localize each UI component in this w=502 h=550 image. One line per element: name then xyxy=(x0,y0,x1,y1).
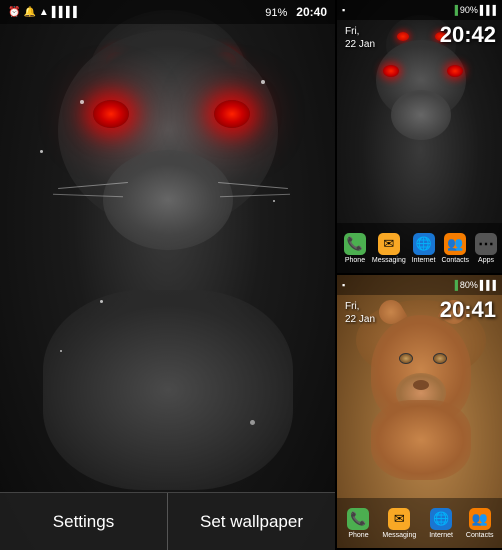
dock-phone-icon: 📞 xyxy=(344,233,366,255)
lion-body-bottom xyxy=(371,400,471,480)
left-wallpaper: ⏰ 🔔 ▲ ▌▌▌▌ 91% 20:40 Settings Set wallpa… xyxy=(0,0,335,550)
sparkle xyxy=(250,420,255,425)
preview-bottom[interactable]: ▪ ▐ 80% ▌▌▌ Fri, 22 Jan 20:41 📞 Phone xyxy=(337,275,502,548)
date-preview-bottom: Fri, 22 Jan xyxy=(345,300,375,326)
prev-top-left-icons: ▪ xyxy=(342,5,345,15)
dock-bot-internet: 🌐 Internet xyxy=(429,508,453,539)
settings-label: Settings xyxy=(53,512,114,532)
sparkle xyxy=(80,100,84,104)
sparkle xyxy=(40,150,43,153)
dock-bot-net-icon: 🌐 xyxy=(430,508,452,530)
status-icons-left: ⏰ 🔔 ▲ ▌▌▌▌ xyxy=(8,7,80,18)
sparkle xyxy=(100,300,103,303)
dock-phone-label: Phone xyxy=(345,257,365,264)
lion-real-eye-right xyxy=(433,353,447,364)
dock-item-messaging: ✉ Messaging xyxy=(372,233,406,264)
prev-top-icon1: ▪ xyxy=(342,5,345,15)
dock-bot-contacts: 👥 Contacts xyxy=(466,508,494,539)
prev-top-right-icons: ▐ 90% ▌▌▌ xyxy=(451,5,499,15)
left-preview-panel: ⏰ 🔔 ▲ ▌▌▌▌ 91% 20:40 Settings Set wallpa… xyxy=(0,0,335,550)
date-line1-bot: Fri, xyxy=(345,300,375,313)
dock-net-icon: 🌐 xyxy=(413,233,435,255)
dock-item-internet: 🌐 Internet xyxy=(412,233,436,264)
dock-bot-phone-icon: 📞 xyxy=(347,508,369,530)
dock-msg-label: Messaging xyxy=(372,257,406,264)
preview-top-dock: 📞 Phone ✉ Messaging 🌐 Internet 👥 Contact… xyxy=(337,223,502,273)
sparkle xyxy=(273,200,275,202)
settings-button[interactable]: Settings xyxy=(0,493,168,550)
alarm-icon: ⏰ xyxy=(8,7,20,18)
dock-bot-phone: 📞 Phone xyxy=(347,508,369,539)
main-container: ⏰ 🔔 ▲ ▌▌▌▌ 91% 20:40 Settings Set wallpa… xyxy=(0,0,502,550)
dock-bot-phone-label: Phone xyxy=(348,532,368,539)
dock-item-contacts: 👥 Contacts xyxy=(441,233,469,264)
preview-bottom-dock: 📞 Phone ✉ Messaging 🌐 Internet 👥 Contact… xyxy=(337,498,502,548)
date-line2-bot: 22 Jan xyxy=(345,313,375,326)
sparkle xyxy=(261,80,265,84)
dock-msg-icon: ✉ xyxy=(378,233,400,255)
clock-left: 20:40 xyxy=(296,5,327,19)
status-bar-preview-bottom: ▪ ▐ 80% ▌▌▌ xyxy=(337,275,502,295)
status-bar-preview-top: ▪ ▐ 90% ▌▌▌ xyxy=(337,0,502,20)
battery-percent: 91% xyxy=(265,7,287,19)
left-eye xyxy=(93,100,129,128)
sparkle xyxy=(60,350,62,352)
dock-bot-net-label: Internet xyxy=(429,532,453,539)
clock-preview-bottom: 20:41 xyxy=(440,297,496,323)
wifi-icon: ▲ xyxy=(39,7,49,18)
prev-muzzle xyxy=(391,90,451,140)
prev-bot-icon1: ▪ xyxy=(342,280,345,290)
date-line1-top: Fri, xyxy=(345,25,375,38)
prev-bot-battery: 80% xyxy=(460,280,478,290)
prev-eye-left xyxy=(383,65,399,77)
prev-signal-bot: ▌▌▌ xyxy=(480,280,499,290)
set-wallpaper-label: Set wallpaper xyxy=(200,512,303,532)
lion-real-eye-left xyxy=(399,353,413,364)
right-eye xyxy=(214,100,250,128)
preview-top[interactable]: Fri, 22 Jan 20:42 ▪ ▐ 90% ▌▌▌ 📞 xyxy=(337,0,502,275)
right-panel: Fri, 22 Jan 20:42 ▪ ▐ 90% ▌▌▌ 📞 xyxy=(335,0,502,550)
signal-icon: ▌▌▌▌ xyxy=(52,7,80,18)
clock-preview-top: 20:42 xyxy=(440,22,496,48)
dock-bot-messaging: ✉ Messaging xyxy=(382,508,416,539)
dock-bot-msg-icon: ✉ xyxy=(388,508,410,530)
prev-top-battery: 90% xyxy=(460,5,478,15)
dock-bot-contacts-icon: 👥 xyxy=(469,508,491,530)
lion-body xyxy=(43,290,293,490)
prev-signal-top: ▌▌▌ xyxy=(480,5,499,15)
dock-contacts-icon: 👥 xyxy=(444,233,466,255)
lion-real-nose xyxy=(413,380,429,390)
prev-bot-battery-icon: ▐ xyxy=(451,280,457,290)
preview-lion-small xyxy=(361,40,481,190)
dock-bot-contacts-label: Contacts xyxy=(466,532,494,539)
lion-muzzle xyxy=(103,150,233,250)
dock-apps-icon: ⋯ xyxy=(475,233,497,255)
prev-battery-icon: ▐ xyxy=(451,5,457,15)
prev-bot-left-icons: ▪ xyxy=(342,280,345,290)
status-bar-left: ⏰ 🔔 ▲ ▌▌▌▌ 91% 20:40 xyxy=(0,0,335,24)
set-wallpaper-button[interactable]: Set wallpaper xyxy=(168,493,335,550)
prev-eye-right xyxy=(447,65,463,77)
dock-item-apps: ⋯ Apps xyxy=(475,233,497,264)
date-preview-top: Fri, 22 Jan xyxy=(345,25,375,51)
dock-contacts-label: Contacts xyxy=(441,257,469,264)
dock-bot-msg-label: Messaging xyxy=(382,532,416,539)
notification-icon: 🔔 xyxy=(23,7,35,18)
dock-net-label: Internet xyxy=(412,257,436,264)
dock-apps-label: Apps xyxy=(478,257,494,264)
lion-real xyxy=(337,305,502,498)
dock-item-phone: 📞 Phone xyxy=(344,233,366,264)
prev-bot-right-icons: ▐ 80% ▌▌▌ xyxy=(451,280,499,290)
bottom-action-bar: Settings Set wallpaper xyxy=(0,492,335,550)
battery-time: 91% 20:40 xyxy=(265,5,327,19)
date-line2-top: 22 Jan xyxy=(345,38,375,51)
